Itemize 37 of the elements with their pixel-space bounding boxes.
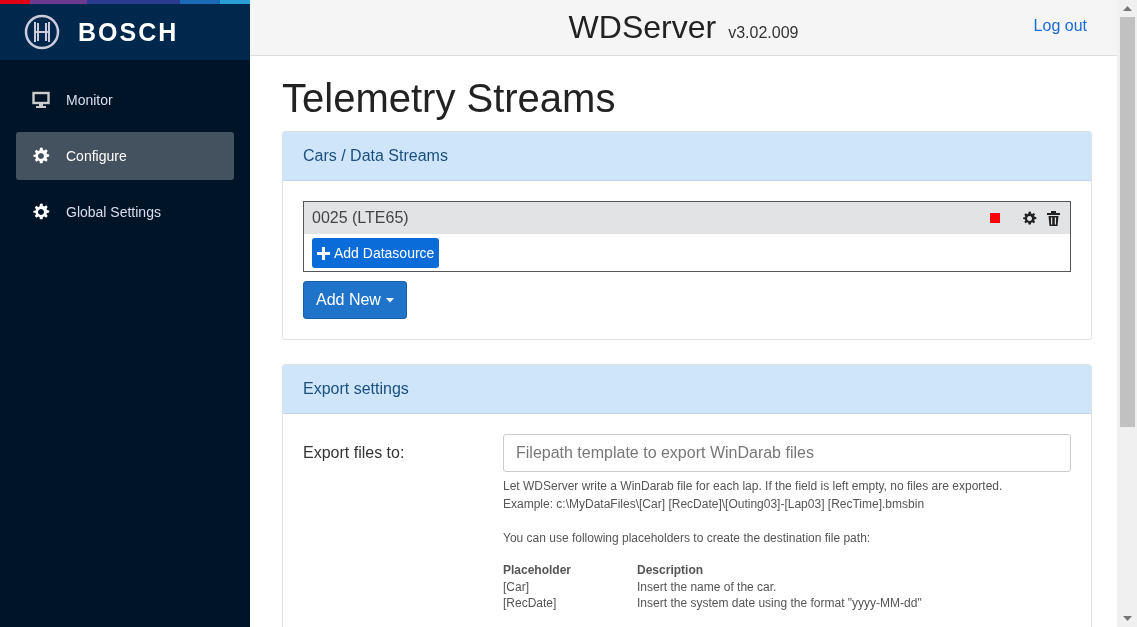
- gear-icon: [32, 203, 50, 221]
- stop-icon: [990, 213, 1000, 223]
- sidebar-item[interactable]: Monitor: [16, 76, 234, 124]
- scroll-down-icon[interactable]: [1122, 616, 1132, 621]
- scrollbar[interactable]: [1117, 0, 1137, 627]
- caret-icon: [385, 297, 394, 303]
- sidebar-item[interactable]: Configure: [16, 132, 234, 180]
- column-header: Description: [637, 562, 705, 579]
- plus-icon: [317, 246, 330, 260]
- column-header: Placeholder: [503, 561, 638, 579]
- table-cell-text: [Car]: [503, 579, 530, 595]
- settings-icon[interactable]: [1022, 210, 1037, 226]
- card-title: Cars / Data Streams: [303, 147, 448, 165]
- field-label: Export files to:: [303, 443, 406, 463]
- help-text: Example: c:\MyDataFiles\[Car] [RecDate]\[Outing03]-[Lap03] [RecTime].bmsbin: [503, 496, 926, 513]
- add-new-button[interactable]: Add New: [303, 281, 407, 319]
- filepath-input-field[interactable]: Filepath template to export WinDarab files: [503, 434, 1071, 472]
- scroll-thumb[interactable]: [1119, 17, 1135, 427]
- gear-icon: [32, 147, 50, 165]
- brand-name: BOSCH: [78, 17, 179, 47]
- card-title: Export settings: [303, 380, 409, 398]
- trash-icon[interactable]: [1047, 210, 1060, 226]
- table-cell-text: Insert the system date using the format "yyyy-MM-dd": [637, 595, 923, 611]
- scroll-up-icon[interactable]: [1122, 6, 1132, 11]
- page-title: Telemetry Streams: [282, 76, 617, 121]
- help-text: Let WDServer write a WinDarab file for each lap. If the field is left empty, no files are exported.: [503, 478, 1004, 495]
- sidebar-item[interactable]: Global Settings: [16, 188, 234, 236]
- table-cell-text: Insert the name of the car.: [637, 579, 778, 595]
- app-title: WDServer: [568, 9, 717, 46]
- logout-link[interactable]: Log out: [1033, 17, 1087, 35]
- table-cell-text: [RecDate]: [503, 595, 558, 611]
- help-text: You can use following placeholders to create the destination file path:: [503, 530, 872, 547]
- car-name: 0025 (LTE65): [312, 209, 410, 227]
- version-label: v3.02.009: [728, 24, 799, 42]
- logo-icon: [24, 14, 60, 50]
- add-datasource-button[interactable]: Add Datasource: [312, 238, 440, 268]
- monitor-icon: [32, 91, 50, 109]
